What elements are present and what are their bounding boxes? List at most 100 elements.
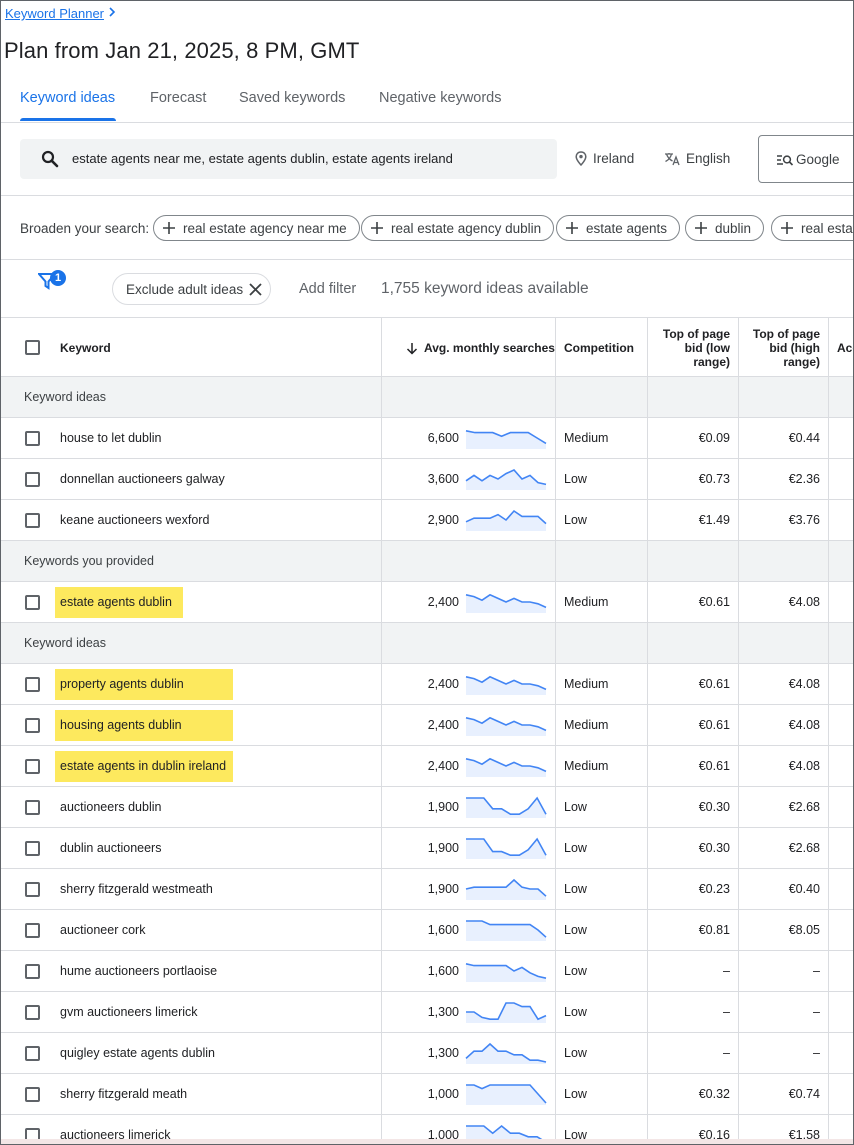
add-filter-button[interactable]: Add filter — [299, 281, 356, 297]
avg-monthly-searches-cell: 6,600 — [427, 431, 459, 445]
table-row[interactable]: gvm auctioneers limerick 1,300 Low – – — [1, 992, 853, 1033]
section-header: Keywords you provided — [1, 541, 853, 582]
row-checkbox[interactable] — [25, 472, 40, 487]
keyword-cell[interactable]: auctioneer cork — [60, 923, 145, 937]
tab-keyword-ideas[interactable]: Keyword ideas — [20, 90, 115, 106]
close-icon[interactable] — [249, 283, 262, 296]
keyword-cell[interactable]: sherry fitzgerald meath — [60, 1087, 187, 1101]
tab-negative-keywords[interactable]: Negative keywords — [379, 90, 502, 106]
competition-cell: Medium — [564, 759, 609, 773]
keyword-cell[interactable]: gvm auctioneers limerick — [60, 1005, 198, 1019]
trend-sparkline[interactable] — [465, 754, 547, 778]
row-checkbox[interactable] — [25, 431, 40, 446]
breadcrumb[interactable]: Keyword Planner — [5, 6, 117, 21]
header-line: bid (low — [684, 341, 730, 355]
translate-icon — [665, 152, 680, 165]
trend-sparkline[interactable] — [465, 426, 547, 450]
section-label: Keyword ideas — [24, 390, 106, 404]
row-checkbox[interactable] — [25, 1087, 40, 1102]
keyword-cell[interactable]: sherry fitzgerald westmeath — [60, 882, 213, 896]
column-header-competition[interactable]: Competition — [564, 341, 634, 355]
table-row[interactable]: dublin auctioneers 1,900 Low €0.30 €2.68 — [1, 828, 853, 869]
table-row[interactable]: donnellan auctioneers galway 3,600 Low €0.7… — [1, 459, 853, 500]
broaden-chip[interactable]: real estate agency dublin — [361, 215, 555, 241]
trend-sparkline[interactable] — [465, 959, 547, 983]
row-checkbox[interactable] — [25, 513, 40, 528]
trend-sparkline[interactable] — [465, 795, 547, 819]
table-row[interactable]: quigley estate agents dublin 1,300 Low – – — [1, 1033, 853, 1074]
broaden-chip-label: dublin — [715, 220, 752, 236]
broaden-chip[interactable]: real estate — [771, 215, 853, 241]
keyword-cell[interactable]: house to let dublin — [60, 431, 161, 445]
row-checkbox[interactable] — [25, 841, 40, 856]
trend-sparkline[interactable] — [465, 918, 547, 942]
trend-sparkline[interactable] — [465, 836, 547, 860]
trend-sparkline[interactable] — [465, 590, 547, 614]
breadcrumb-link[interactable]: Keyword Planner — [5, 6, 104, 21]
keyword-cell[interactable]: housing agents dublin — [60, 718, 182, 732]
broaden-chip[interactable]: dublin — [685, 215, 765, 241]
table-row[interactable]: sherry fitzgerald meath 1,000 Low €0.32 €0.7… — [1, 1074, 853, 1115]
tab-bar: Keyword ideas Forecast Saved keywords Ne… — [1, 79, 853, 123]
table-row[interactable]: estate agents dublin 2,400 Medium €0.61 €4.0… — [1, 582, 853, 623]
table-row[interactable]: estate agents in dublin ireland 2,400 Medi… — [1, 746, 853, 787]
row-checkbox[interactable] — [25, 677, 40, 692]
trend-sparkline[interactable] — [465, 672, 547, 696]
keyword-cell[interactable]: property agents dublin — [60, 677, 184, 691]
exclude-adult-ideas-chip[interactable]: Exclude adult ideas — [112, 273, 271, 305]
table-row[interactable]: auctioneer cork 1,600 Low €0.81 €8.05 — [1, 910, 853, 951]
column-divider — [555, 317, 556, 1144]
language-selector[interactable]: English — [664, 151, 730, 166]
row-checkbox[interactable] — [25, 1005, 40, 1020]
select-all-checkbox[interactable] — [25, 340, 40, 355]
keyword-cell[interactable]: keane auctioneers wexford — [60, 513, 209, 527]
keyword-cell[interactable]: dublin auctioneers — [60, 841, 161, 855]
keyword-search-input[interactable]: estate agents near me, estate agents dub… — [20, 139, 557, 179]
trend-sparkline[interactable] — [465, 508, 547, 532]
trend-sparkline[interactable] — [465, 1000, 547, 1024]
search-network-icon — [777, 155, 794, 166]
table-row[interactable]: hume auctioneers portlaoise 1,600 Low – – — [1, 951, 853, 992]
trend-sparkline[interactable] — [465, 1041, 547, 1065]
bid-low-cell: €0.81 — [698, 923, 730, 937]
broaden-chip[interactable]: estate agents — [556, 215, 681, 241]
location-selector[interactable]: Ireland — [575, 151, 634, 166]
column-header-bid-high[interactable]: Top of page bid (high range) — [753, 327, 820, 369]
keyword-cell[interactable]: hume auctioneers portlaoise — [60, 964, 217, 978]
row-checkbox[interactable] — [25, 800, 40, 815]
row-checkbox[interactable] — [25, 718, 40, 733]
bid-low-cell: €0.61 — [698, 759, 730, 773]
keyword-cell[interactable]: donnellan auctioneers galway — [60, 472, 225, 486]
table-row[interactable]: keane auctioneers wexford 2,900 Low €1.49 €3… — [1, 500, 853, 541]
table-row[interactable]: house to let dublin 6,600 Medium €0.09 €0.44 — [1, 418, 853, 459]
broaden-chip-label: real estate agency near me — [183, 220, 347, 236]
row-checkbox[interactable] — [25, 964, 40, 979]
trend-sparkline[interactable] — [465, 877, 547, 901]
row-checkbox[interactable] — [25, 882, 40, 897]
trend-sparkline[interactable] — [465, 1082, 547, 1106]
row-checkbox[interactable] — [25, 595, 40, 610]
keyword-cell[interactable]: auctioneers dublin — [60, 800, 161, 814]
table-row[interactable]: housing agents dublin 2,400 Medium €0.61 €4.… — [1, 705, 853, 746]
row-checkbox[interactable] — [25, 759, 40, 774]
column-header-avg-monthly-searches[interactable]: Avg. monthly searches — [424, 341, 555, 355]
column-header-bid-low[interactable]: Top of page bid (low range) — [663, 327, 730, 369]
column-header-keyword[interactable]: Keyword — [60, 341, 111, 355]
keyword-cell[interactable]: estate agents in dublin ireland — [60, 759, 226, 773]
table-row[interactable]: sherry fitzgerald westmeath 1,900 Low €0.23… — [1, 869, 853, 910]
tab-forecast[interactable]: Forecast — [150, 90, 206, 106]
tab-saved-keywords[interactable]: Saved keywords — [239, 90, 345, 106]
broaden-chip[interactable]: real estate agency near me — [153, 215, 360, 241]
plus-icon — [566, 222, 578, 234]
keyword-cell[interactable]: quigley estate agents dublin — [60, 1046, 215, 1060]
trend-sparkline[interactable] — [465, 467, 547, 491]
column-header-account[interactable]: Acc — [837, 341, 853, 355]
keyword-cell[interactable]: estate agents dublin — [60, 595, 172, 609]
sparkline-area — [466, 880, 546, 900]
row-checkbox[interactable] — [25, 1046, 40, 1061]
row-checkbox[interactable] — [25, 923, 40, 938]
table-row[interactable]: auctioneers dublin 1,900 Low €0.30 €2.68 — [1, 787, 853, 828]
network-selector[interactable]: Google — [758, 135, 853, 183]
trend-sparkline[interactable] — [465, 713, 547, 737]
table-row[interactable]: property agents dublin 2,400 Medium €0.61 €4… — [1, 664, 853, 705]
